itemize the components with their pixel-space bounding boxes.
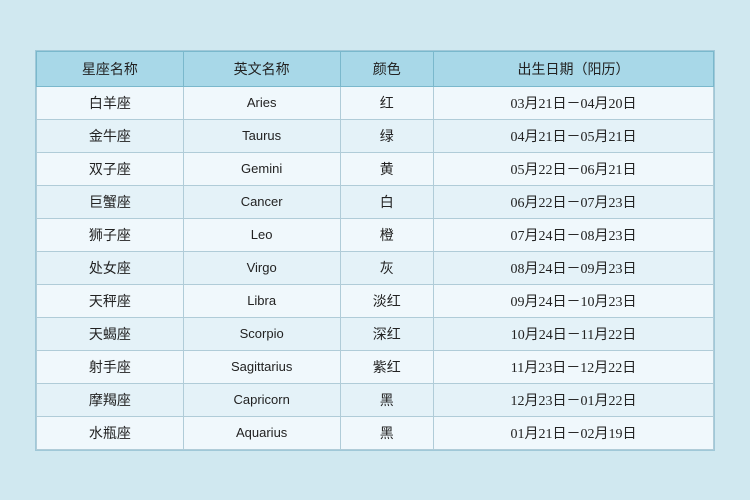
- table-row: 白羊座Aries红03月21日－04月20日: [37, 86, 714, 119]
- table-row: 水瓶座Aquarius黑01月21日－02月19日: [37, 416, 714, 449]
- cell-zh-name: 白羊座: [37, 86, 184, 119]
- table-row: 金牛座Taurus绿04月21日－05月21日: [37, 119, 714, 152]
- cell-color: 黑: [340, 383, 433, 416]
- cell-en-name: Taurus: [183, 119, 340, 152]
- cell-en-name: Sagittarius: [183, 350, 340, 383]
- cell-date-range: 09月24日－10月23日: [433, 284, 713, 317]
- cell-color: 深红: [340, 317, 433, 350]
- cell-date-range: 12月23日－01月22日: [433, 383, 713, 416]
- cell-color: 橙: [340, 218, 433, 251]
- zodiac-table: 星座名称 英文名称 颜色 出生日期（阳历） 白羊座Aries红03月21日－04…: [36, 51, 714, 450]
- table-header-row: 星座名称 英文名称 颜色 出生日期（阳历）: [37, 51, 714, 86]
- cell-zh-name: 双子座: [37, 152, 184, 185]
- cell-en-name: Leo: [183, 218, 340, 251]
- cell-zh-name: 巨蟹座: [37, 185, 184, 218]
- cell-date-range: 10月24日－11月22日: [433, 317, 713, 350]
- cell-en-name: Virgo: [183, 251, 340, 284]
- cell-zh-name: 金牛座: [37, 119, 184, 152]
- cell-date-range: 06月22日－07月23日: [433, 185, 713, 218]
- cell-en-name: Aquarius: [183, 416, 340, 449]
- cell-date-range: 05月22日－06月21日: [433, 152, 713, 185]
- cell-date-range: 08月24日－09月23日: [433, 251, 713, 284]
- cell-en-name: Scorpio: [183, 317, 340, 350]
- table-row: 天秤座Libra淡红09月24日－10月23日: [37, 284, 714, 317]
- cell-color: 淡红: [340, 284, 433, 317]
- cell-zh-name: 水瓶座: [37, 416, 184, 449]
- header-en-name: 英文名称: [183, 51, 340, 86]
- cell-color: 灰: [340, 251, 433, 284]
- cell-en-name: Aries: [183, 86, 340, 119]
- table-row: 处女座Virgo灰08月24日－09月23日: [37, 251, 714, 284]
- header-zh-name: 星座名称: [37, 51, 184, 86]
- table-body: 白羊座Aries红03月21日－04月20日金牛座Taurus绿04月21日－0…: [37, 86, 714, 449]
- table-row: 摩羯座Capricorn黑12月23日－01月22日: [37, 383, 714, 416]
- cell-color: 紫红: [340, 350, 433, 383]
- cell-zh-name: 天秤座: [37, 284, 184, 317]
- cell-zh-name: 狮子座: [37, 218, 184, 251]
- cell-en-name: Capricorn: [183, 383, 340, 416]
- cell-color: 白: [340, 185, 433, 218]
- cell-zh-name: 摩羯座: [37, 383, 184, 416]
- cell-zh-name: 天蝎座: [37, 317, 184, 350]
- cell-color: 黄: [340, 152, 433, 185]
- table-row: 射手座Sagittarius紫红11月23日－12月22日: [37, 350, 714, 383]
- cell-date-range: 11月23日－12月22日: [433, 350, 713, 383]
- cell-date-range: 04月21日－05月21日: [433, 119, 713, 152]
- cell-en-name: Gemini: [183, 152, 340, 185]
- cell-date-range: 07月24日－08月23日: [433, 218, 713, 251]
- cell-date-range: 01月21日－02月19日: [433, 416, 713, 449]
- cell-en-name: Cancer: [183, 185, 340, 218]
- table-row: 巨蟹座Cancer白06月22日－07月23日: [37, 185, 714, 218]
- cell-color: 黑: [340, 416, 433, 449]
- cell-color: 绿: [340, 119, 433, 152]
- cell-color: 红: [340, 86, 433, 119]
- header-color: 颜色: [340, 51, 433, 86]
- table-row: 狮子座Leo橙07月24日－08月23日: [37, 218, 714, 251]
- header-date-range: 出生日期（阳历）: [433, 51, 713, 86]
- zodiac-table-container: 星座名称 英文名称 颜色 出生日期（阳历） 白羊座Aries红03月21日－04…: [35, 50, 715, 451]
- cell-zh-name: 射手座: [37, 350, 184, 383]
- table-row: 天蝎座Scorpio深红10月24日－11月22日: [37, 317, 714, 350]
- table-row: 双子座Gemini黄05月22日－06月21日: [37, 152, 714, 185]
- cell-date-range: 03月21日－04月20日: [433, 86, 713, 119]
- cell-zh-name: 处女座: [37, 251, 184, 284]
- cell-en-name: Libra: [183, 284, 340, 317]
